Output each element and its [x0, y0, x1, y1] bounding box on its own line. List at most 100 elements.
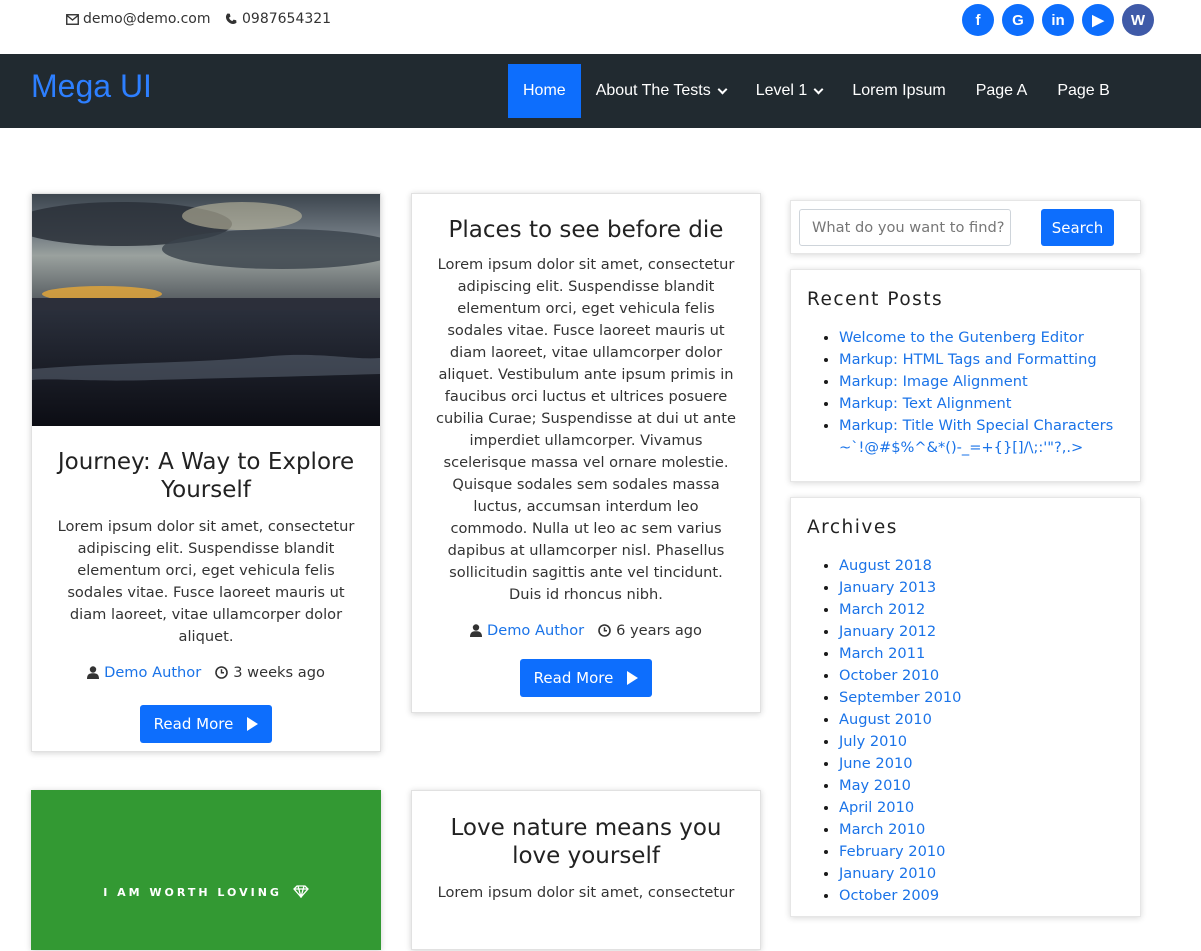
social-links: f Gin ▶ W — [962, 4, 1154, 36]
archive-item-link[interactable]: September 2010 — [839, 689, 961, 706]
archive-item: March 2011 — [839, 643, 1129, 665]
post-meta: Demo Author 3 weeks ago — [52, 664, 360, 681]
archive-item-link[interactable]: January 2012 — [839, 623, 936, 640]
nav-item-label: Page B — [1057, 82, 1110, 99]
post-card: Love nature means you love yourself Lore… — [411, 790, 761, 950]
recent-post-item-link[interactable]: Welcome to the Gutenberg Editor — [839, 329, 1084, 346]
archive-item-link[interactable]: October 2010 — [839, 667, 939, 684]
archive-item: October 2009 — [839, 885, 1129, 907]
chevron-down-icon — [717, 84, 728, 94]
archive-item-link[interactable]: May 2010 — [839, 777, 911, 794]
archive-item: January 2010 — [839, 863, 1129, 885]
archive-item-link[interactable]: January 2013 — [839, 579, 936, 596]
main-navbar: Mega UI Home About The Tests Level 1 Lorem … — [0, 54, 1201, 128]
post-time: 6 years ago — [616, 622, 702, 639]
nav-item-lorem-ipsum[interactable]: Lorem Ipsum — [837, 64, 960, 118]
recent-post-item: Markup: Title With Special Characters ~`… — [839, 415, 1129, 459]
recent-post-item-link[interactable]: Markup: Text Alignment — [839, 395, 1012, 412]
post-title[interactable]: Places to see before die — [434, 216, 738, 244]
play-icon — [247, 717, 259, 731]
read-more-label: Read More — [533, 669, 614, 687]
recent-post-item: Markup: Image Alignment — [839, 371, 1129, 393]
post-excerpt: Lorem ipsum dolor sit amet, consectetur … — [57, 518, 355, 645]
facebook-icon[interactable]: f — [962, 4, 994, 36]
archive-item: March 2012 — [839, 599, 1129, 621]
archive-item-link[interactable]: October 2009 — [839, 887, 939, 904]
nav-item-label: Lorem Ipsum — [852, 82, 946, 99]
archive-item-link[interactable]: June 2010 — [839, 755, 913, 772]
diamond-icon — [292, 885, 309, 900]
play-icon — [627, 671, 639, 685]
image-caption: I AM WORTH LOVING — [103, 886, 282, 899]
nav-item-page-a[interactable]: Page A — [961, 64, 1043, 118]
search-button[interactable]: Search — [1041, 209, 1114, 246]
nav-item-page-b[interactable]: Page B — [1042, 64, 1124, 118]
nav-item-about-the-tests[interactable]: About The Tests — [581, 64, 741, 118]
archive-item: October 2010 — [839, 665, 1129, 687]
archive-item: April 2010 — [839, 797, 1129, 819]
archive-item: June 2010 — [839, 753, 1129, 775]
nav-item-label: Level 1 — [755, 82, 808, 99]
archive-item-link[interactable]: March 2012 — [839, 601, 925, 618]
read-more-button[interactable]: Read More — [139, 705, 273, 743]
user-icon — [469, 624, 482, 637]
post-title[interactable]: Love nature means you love yourself — [434, 814, 738, 870]
nav-menu: Home About The Tests Level 1 Lorem Ipsum Pag… — [508, 64, 1125, 118]
linkedin-icon[interactable]: in — [1042, 4, 1074, 36]
archive-item: January 2012 — [839, 621, 1129, 643]
nav-item-home[interactable]: Home — [508, 64, 581, 118]
read-more-label: Read More — [153, 715, 234, 733]
post-meta: Demo Author 6 years ago — [434, 622, 738, 639]
nav-item-level-1[interactable]: Level 1 — [741, 64, 838, 118]
archive-item-link[interactable]: April 2010 — [839, 799, 914, 816]
archive-item: August 2010 — [839, 709, 1129, 731]
post-image[interactable]: I AM WORTH LOVING — [32, 791, 380, 951]
post-image[interactable] — [32, 194, 380, 426]
archives-widget: Archives August 2018 January 2013 March 20… — [790, 497, 1141, 917]
archives-list: August 2018 January 2013 March 2012 January… — [839, 555, 1129, 907]
recent-post-item: Welcome to the Gutenberg Editor — [839, 327, 1129, 349]
contact-email[interactable]: demo@demo.com — [65, 11, 211, 27]
recent-post-item: Markup: Text Alignment — [839, 393, 1129, 415]
archive-item: May 2010 — [839, 775, 1129, 797]
post-card: I AM WORTH LOVING — [31, 790, 381, 950]
brand-logo[interactable]: Mega UI — [31, 68, 152, 105]
archive-item-link[interactable]: August 2010 — [839, 711, 932, 728]
recent-posts-title: Recent Posts — [807, 289, 944, 310]
archive-item-link[interactable]: March 2011 — [839, 645, 925, 662]
recent-posts-list: Welcome to the Gutenberg Editor Markup: H… — [839, 327, 1129, 459]
recent-post-item-link[interactable]: Markup: HTML Tags and Formatting — [839, 351, 1097, 368]
contact-phone[interactable]: 0987654321 — [224, 11, 331, 27]
archive-item-link[interactable]: January 2010 — [839, 865, 936, 882]
chevron-down-icon — [813, 84, 824, 94]
nav-item-label: Home — [523, 82, 566, 99]
archive-item-link[interactable]: March 2010 — [839, 821, 925, 838]
google-icon[interactable]: G — [1002, 4, 1034, 36]
search-input[interactable]: What do you want to find? — [799, 209, 1011, 246]
archive-item-link[interactable]: February 2010 — [839, 843, 945, 860]
archive-item-link[interactable]: July 2010 — [839, 733, 907, 750]
archive-item: March 2010 — [839, 819, 1129, 841]
post-author-link[interactable]: Demo Author — [104, 664, 201, 681]
recent-posts-widget: Recent Posts Welcome to the Gutenberg Ed… — [790, 269, 1141, 482]
post-title[interactable]: Journey: A Way to Explore Yourself — [52, 448, 360, 504]
read-more-button[interactable]: Read More — [519, 659, 653, 697]
user-icon — [87, 666, 100, 679]
archive-item: February 2010 — [839, 841, 1129, 863]
post-author-link[interactable]: Demo Author — [487, 622, 584, 639]
wordpress-icon[interactable]: W — [1122, 4, 1154, 36]
post-excerpt: Lorem ipsum dolor sit amet, consectetur … — [436, 256, 736, 603]
youtube-icon[interactable]: ▶ — [1082, 4, 1114, 36]
recent-post-item-link[interactable]: Markup: Image Alignment — [839, 373, 1028, 390]
search-widget: What do you want to find? Search — [790, 200, 1141, 254]
archive-item: September 2010 — [839, 687, 1129, 709]
archive-item-link[interactable]: August 2018 — [839, 557, 932, 574]
nav-item-label: About The Tests — [595, 82, 711, 99]
archive-item: July 2010 — [839, 731, 1129, 753]
recent-post-item: Markup: HTML Tags and Formatting — [839, 349, 1129, 371]
recent-post-item-link[interactable]: Markup: Title With Special Characters ~`… — [839, 417, 1113, 456]
phone-text: 0987654321 — [242, 11, 332, 27]
nav-item-label: Page A — [975, 82, 1028, 99]
top-bar: demo@demo.com 0987654321 f Gin ▶ W — [0, 0, 1201, 54]
clock-icon — [598, 624, 611, 637]
